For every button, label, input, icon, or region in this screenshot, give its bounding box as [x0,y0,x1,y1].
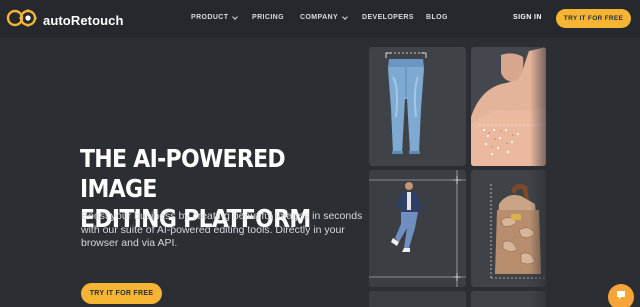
chat-icon [615,288,627,306]
nav-item-blog[interactable]: BLOG [426,14,448,21]
hero-description: Boost your business by creating beautifu… [81,210,363,249]
logo-mark-icon [6,8,38,33]
nav-item-company[interactable]: COMPANY [300,13,348,21]
nav-item-developers[interactable]: DEVELOPERS [362,14,414,21]
nav-item-label: PRICING [252,14,284,21]
chevron-down-icon [342,13,348,20]
jeans-image [385,52,427,154]
nav-item-label: PRODUCT [191,14,229,21]
nav-item-label: COMPANY [300,14,339,21]
logo-text: autoRetouch [43,13,124,28]
nav-item-label: BLOG [426,14,448,21]
nav-item-pricing[interactable]: PRICING [252,14,284,21]
chat-button[interactable] [608,284,634,307]
gallery-fade [530,40,560,307]
logo[interactable]: autoRetouch [6,8,124,33]
nav-try-free-button[interactable]: TRY IT FOR FREE [556,9,631,28]
nav-item-label: DEVELOPERS [362,14,414,21]
top-navbar: autoRetouch PRODUCT PRICING COMPANY DEVE… [0,0,640,38]
gallery-tile-partial [369,291,466,307]
gallery-tile-jumping-man [369,170,466,287]
chevron-down-icon [232,13,239,20]
nav-item-product[interactable]: PRODUCT [191,13,239,21]
gallery-tile-jeans [369,47,466,166]
jumping-man-image [369,170,466,287]
hero-try-free-button[interactable]: TRY IT FOR FREE [81,283,162,304]
sign-in-link[interactable]: SIGN IN [513,14,542,21]
hero-title-line1: THE AI-POWERED IMAGE [80,144,286,203]
